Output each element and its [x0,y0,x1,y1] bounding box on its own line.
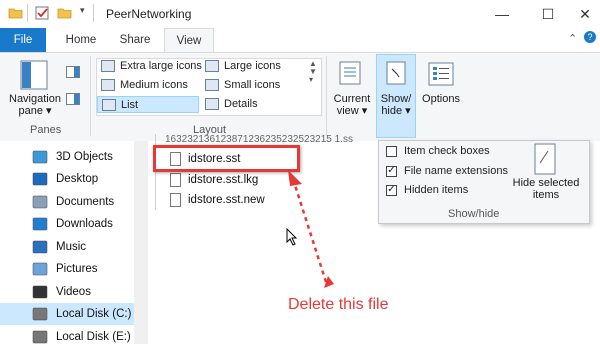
highlight-box [153,145,300,172]
3d-objects-icon [32,150,48,164]
options-button[interactable]: Options [418,93,464,105]
nav-item[interactable]: Desktop [0,168,148,190]
medium-icons-icon [101,79,115,91]
details-icon [205,98,219,110]
layout-large-icons[interactable]: Large icons [205,60,281,72]
show-hide-icon[interactable] [384,60,408,86]
gallery-scroll-icon[interactable]: ▲ ▼ ▾ [309,60,317,84]
annotation-arrow [288,170,334,288]
hidden-items-checkbox[interactable]: ✓ [386,184,397,196]
nav-item[interactable]: Local Disk (C:) [0,303,134,325]
nav-item-label: Local Disk (E:) [56,331,131,343]
hidden-items-option[interactable]: ✓ Hidden items [386,181,468,199]
layout-extra-large-icons[interactable]: Extra large icons [101,60,202,72]
file-row-idstore-sst-lkg[interactable]: idstore.sst.lkg [170,170,258,190]
layout-small-icons[interactable]: Small icons [205,79,280,91]
tab-share[interactable]: Share [112,28,158,52]
tab-file[interactable]: File [0,28,46,52]
nav-item-label: Videos [56,286,91,298]
file-icon [170,193,181,207]
properties-icon[interactable] [35,6,50,20]
nav-item-label: Music [56,241,87,253]
large-icons-icon [205,60,219,72]
navigation-pane-icon[interactable] [20,60,48,90]
layout-details[interactable]: Details [205,98,258,110]
current-view-icon[interactable] [338,60,362,86]
minimize-button[interactable]: — [480,0,524,28]
navigation-pane-button[interactable]: Navigation pane ▾ [6,93,64,117]
collapse-ribbon-icon[interactable]: ⌃ [568,32,577,45]
divider [27,4,28,22]
hide-selected-items-button[interactable]: Hide selected items [509,177,583,201]
nav-item-label: 3D Objects [56,151,113,163]
close-button[interactable]: ✕ [570,0,600,28]
item-check-boxes-checkbox[interactable] [386,145,397,157]
tab-home[interactable]: Home [58,28,104,52]
cursor-icon [286,228,298,246]
folder-icon [8,6,23,19]
nav-item[interactable]: 3D Objects [0,146,148,168]
nav-item-label: Desktop [56,173,99,185]
file-icon [170,173,181,187]
preview-pane-icon[interactable] [66,66,80,78]
nav-item[interactable]: Music [0,236,148,258]
pictures-icon [32,262,48,276]
window-title: PeerNetworking [106,7,192,21]
nav-item[interactable]: Pictures [0,258,148,280]
downloads-icon [32,217,48,231]
help-icon[interactable]: ? [584,31,596,43]
documents-icon [32,195,48,209]
panes-group-label: Panes [30,124,62,136]
layout-medium-icons[interactable]: Medium icons [101,79,188,91]
new-folder-icon[interactable] [57,6,72,19]
small-icons-icon [205,79,219,91]
nav-item-label: Local Disk (C:) [56,308,132,320]
hide-selected-items-icon[interactable] [534,143,556,175]
item-check-boxes-option[interactable]: Item check boxes [386,142,490,160]
nav-item[interactable]: Documents [0,191,148,213]
file-name-extensions-checkbox[interactable]: ✓ [386,165,397,177]
quick-access-dropdown-icon[interactable]: ▾ [80,5,85,16]
drive-icon [32,307,48,321]
divider [326,56,327,136]
nav-item-label: Downloads [56,218,113,230]
nav-item[interactable]: Local Disk (E:) [0,326,148,348]
annotation-text: Delete this file [288,296,389,313]
file-name: idstore.sst.lkg [188,174,259,186]
drive-icon [32,330,48,344]
desktop-icon [32,172,48,186]
nav-item-label: Pictures [56,263,98,275]
list-icon [102,98,116,111]
nav-item-label: Documents [56,196,115,208]
show-hide-button[interactable]: Show/ hide ▾ [377,93,415,117]
tab-view[interactable]: View [164,28,214,53]
show-hide-group-label: Show/hide [448,208,500,220]
file-name-extensions-option[interactable]: ✓ File name extensions [386,162,508,180]
details-pane-icon[interactable] [66,93,80,105]
layout-list[interactable]: List [97,96,199,113]
music-icon [32,240,48,254]
nav-item[interactable]: Downloads [0,213,148,235]
truncated-file-name[interactable]: 163232136123871236235232523215 1.ss [165,134,379,145]
current-view-button[interactable]: Current view ▾ [330,93,374,117]
file-name: idstore.sst.new [188,194,265,206]
maximize-button[interactable]: ☐ [526,0,570,28]
divider [90,56,91,136]
videos-icon [32,285,48,299]
nav-item[interactable]: Videos [0,281,148,303]
extra-large-icons-icon [101,60,115,72]
divider [93,4,94,22]
options-icon[interactable] [428,62,454,86]
file-row-idstore-sst-new[interactable]: idstore.sst.new [170,190,265,210]
